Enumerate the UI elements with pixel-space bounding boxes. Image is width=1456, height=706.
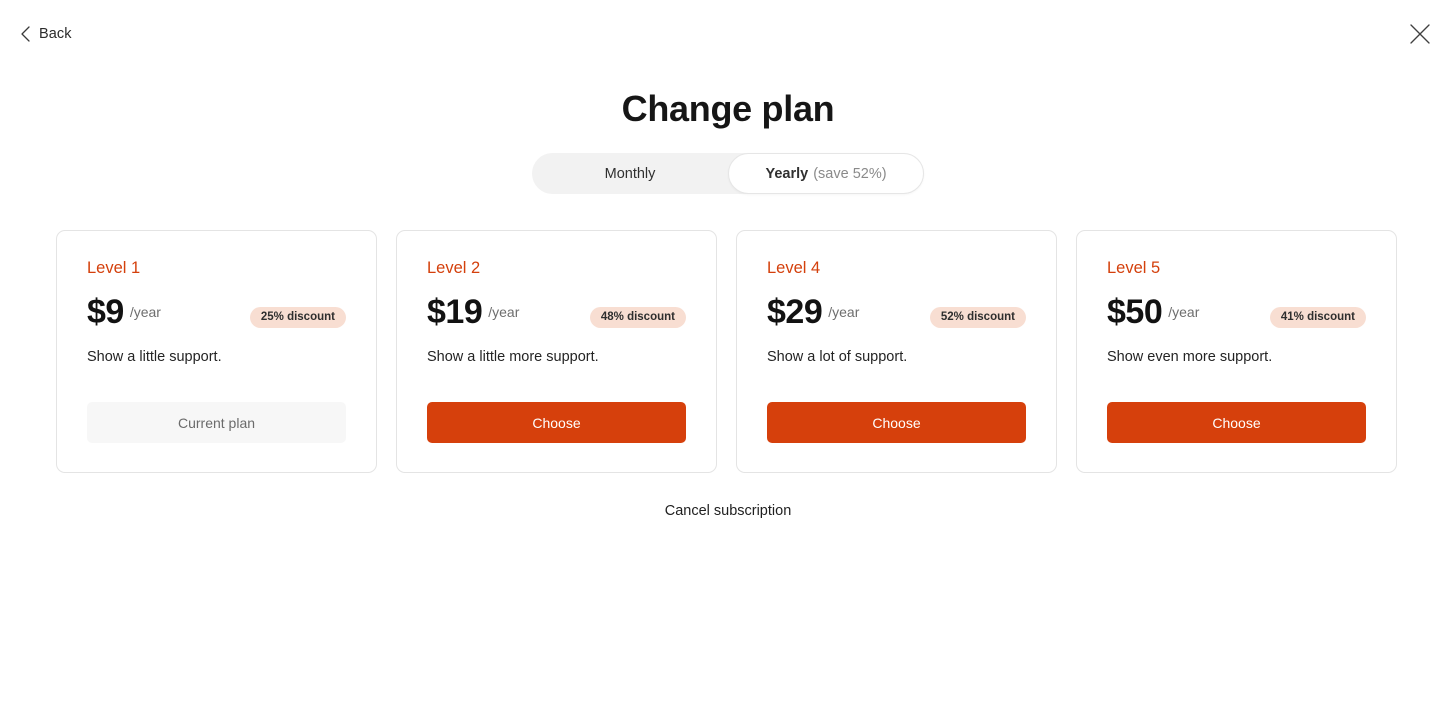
- close-button[interactable]: [1403, 18, 1437, 52]
- cancel-subscription-link[interactable]: Cancel subscription: [665, 503, 792, 519]
- plan-period: /year: [828, 304, 860, 320]
- plan-period: /year: [1168, 304, 1200, 320]
- plan-discount-badge: 41% discount: [1269, 307, 1366, 328]
- back-label: Back: [39, 25, 72, 42]
- plan-card: Level 4 $29 /year 52% discount Show a lo…: [736, 230, 1057, 473]
- toggle-option-monthly[interactable]: Monthly: [532, 153, 728, 194]
- toggle-option-yearly[interactable]: Yearly (save 52%): [728, 153, 924, 194]
- choose-plan-button[interactable]: Choose: [427, 402, 686, 443]
- plan-level: Level 1: [87, 259, 141, 277]
- plan-description: Show a lot of support.: [767, 349, 908, 365]
- current-plan-button: Current plan: [87, 402, 346, 443]
- plan-card: Level 5 $50 /year 41% discount Show even…: [1076, 230, 1397, 473]
- choose-plan-button[interactable]: Choose: [1107, 402, 1366, 443]
- plan-card: Level 2 $19 /year 48% discount Show a li…: [396, 230, 717, 473]
- top-bar: Back: [0, 0, 1456, 72]
- toggle-option-monthly-label: Monthly: [604, 165, 656, 182]
- plan-level: Level 4: [767, 259, 821, 277]
- plan-description: Show a little more support.: [427, 349, 599, 365]
- plan-price: $9: [87, 293, 124, 331]
- page-title: Change plan: [621, 88, 835, 129]
- plan-price: $19: [427, 293, 483, 331]
- plan-period: /year: [129, 304, 161, 320]
- billing-period-toggle[interactable]: Monthly Yearly (save 52%): [532, 153, 924, 194]
- back-button[interactable]: Back: [14, 23, 78, 45]
- plan-level: Level 2: [427, 259, 481, 277]
- chevron-left-icon: [20, 26, 31, 42]
- plan-price: $50: [1107, 293, 1163, 331]
- plan-description: Show even more support.: [1107, 349, 1273, 365]
- cancel-subscription-row: Cancel subscription: [0, 501, 1456, 521]
- plan-discount-badge: 25% discount: [249, 307, 346, 328]
- plan-description: Show a little support.: [87, 349, 222, 365]
- plan-period: /year: [488, 304, 520, 320]
- plan-card-list: Level 1 $9 /year 25% discount Show a lit…: [56, 230, 1397, 473]
- plan-level: Level 5: [1107, 259, 1161, 277]
- toggle-option-yearly-label: Yearly: [765, 165, 809, 182]
- close-icon: [1408, 22, 1432, 49]
- toggle-option-yearly-savings: (save 52%): [813, 165, 887, 182]
- plan-discount-badge: 48% discount: [589, 307, 686, 328]
- plan-card: Level 1 $9 /year 25% discount Show a lit…: [56, 230, 377, 473]
- plan-discount-badge: 52% discount: [929, 307, 1026, 328]
- plan-price: $29: [767, 293, 823, 331]
- choose-plan-button[interactable]: Choose: [767, 402, 1026, 443]
